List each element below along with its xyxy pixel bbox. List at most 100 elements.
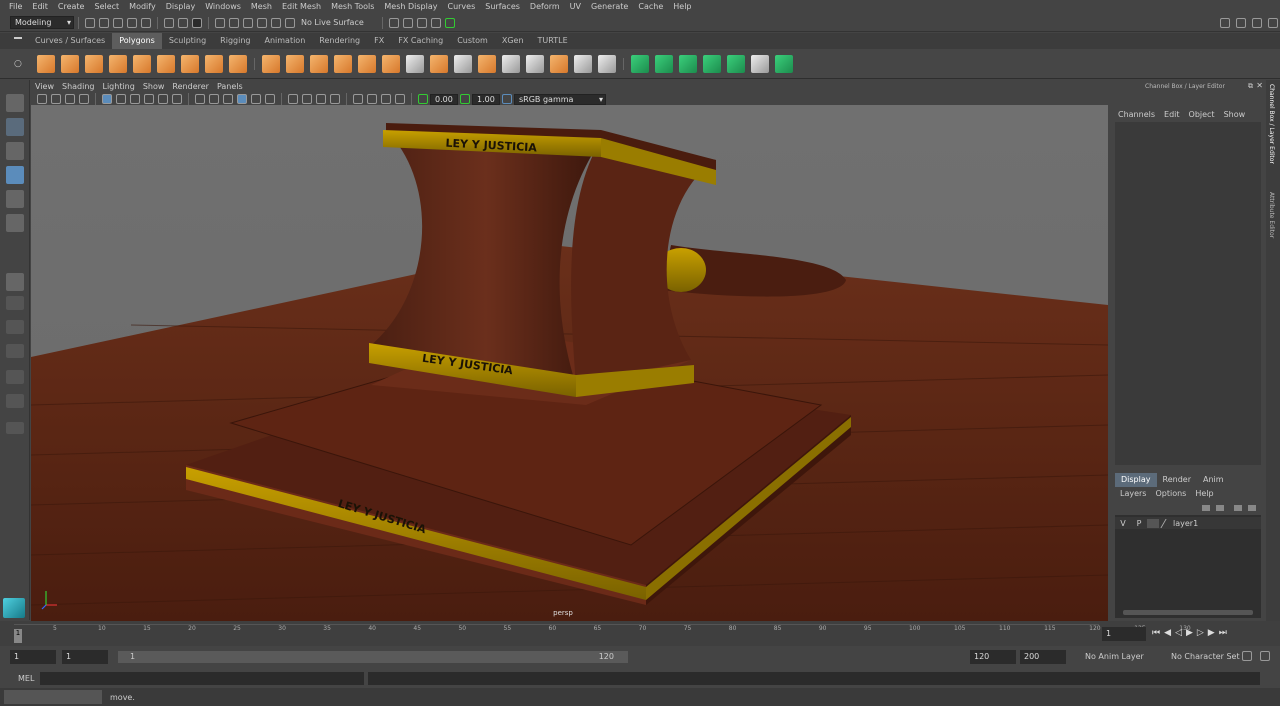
- textured-icon[interactable]: [237, 94, 247, 104]
- depth-of-field-icon[interactable]: [330, 94, 340, 104]
- modeling-toolkit-icon[interactable]: [1236, 17, 1246, 28]
- channel-menu-show[interactable]: Show: [1224, 110, 1255, 119]
- mirror-icon[interactable]: [382, 54, 400, 73]
- layer-up-icon[interactable]: [1202, 505, 1210, 511]
- shelf-tab-rigging[interactable]: Rigging: [213, 33, 257, 49]
- menu-deform[interactable]: Deform: [525, 0, 565, 14]
- smooth-icon[interactable]: [334, 54, 352, 73]
- snap-point-icon[interactable]: [243, 17, 253, 28]
- fill-hole-icon[interactable]: [550, 54, 568, 73]
- menu-file[interactable]: File: [4, 0, 27, 14]
- layer-down-icon[interactable]: [1216, 505, 1224, 511]
- bridge-icon[interactable]: [454, 54, 472, 73]
- layer-menu-options[interactable]: Options: [1155, 489, 1195, 498]
- anti-aliasing-icon[interactable]: [316, 94, 326, 104]
- channel-box-toggle-icon[interactable]: [1268, 17, 1278, 28]
- shelf-options-icon[interactable]: ○: [14, 59, 22, 69]
- viewport-menu-panels[interactable]: Panels: [213, 80, 247, 93]
- ipr-render-icon[interactable]: [402, 17, 413, 28]
- view-transform-icon[interactable]: [502, 94, 512, 104]
- save-scene-icon[interactable]: [113, 17, 123, 28]
- shelf-tab-custom[interactable]: Custom: [450, 33, 495, 49]
- live-surface-icon[interactable]: [285, 17, 295, 28]
- hypershade-layout-icon[interactable]: [6, 394, 24, 408]
- move-tool-icon[interactable]: [6, 166, 24, 184]
- extract-icon[interactable]: [310, 54, 328, 73]
- resolution-gate-icon[interactable]: [130, 94, 140, 104]
- channel-list[interactable]: [1115, 122, 1261, 465]
- shelf-tab-curves-surfaces[interactable]: Curves / Surfaces: [28, 33, 112, 49]
- use-all-lights-icon[interactable]: [251, 94, 261, 104]
- smooth-shade-icon[interactable]: [209, 94, 219, 104]
- playback-controls[interactable]: ⏮◀◁▶▷▶⏭: [1152, 628, 1231, 638]
- undo-icon[interactable]: [127, 17, 137, 28]
- rotate-tool-icon[interactable]: [6, 190, 24, 208]
- xray-components-icon[interactable]: [395, 94, 405, 104]
- perspective-viewport[interactable]: LEY Y JUSTICIA LEY Y JUSTICIA LEY Y JUST…: [31, 105, 1108, 621]
- snap-curve-icon[interactable]: [229, 17, 239, 28]
- menu-surfaces[interactable]: Surfaces: [480, 0, 525, 14]
- ambient-occlusion-icon[interactable]: [288, 94, 298, 104]
- viewport-menu-view[interactable]: View: [31, 80, 58, 93]
- channel-menu-channels[interactable]: Channels: [1118, 110, 1164, 119]
- shelf-tab-rendering[interactable]: Rendering: [312, 33, 367, 49]
- combine-icon[interactable]: [262, 54, 280, 73]
- wireframe-icon[interactable]: [195, 94, 205, 104]
- menu-curves[interactable]: Curves: [442, 0, 480, 14]
- layout-options-icon[interactable]: [6, 422, 24, 434]
- scale-tool-icon[interactable]: [6, 214, 24, 232]
- target-weld-icon[interactable]: [598, 54, 616, 73]
- shelf-tab-fx[interactable]: FX: [367, 33, 391, 49]
- separate-icon[interactable]: [286, 54, 304, 73]
- channel-box-side-tab[interactable]: Channel Box / Layer Editor: [1268, 84, 1275, 164]
- shelf-tab-turtle[interactable]: TURTLE: [531, 33, 575, 49]
- poly-sphere-icon[interactable]: [37, 54, 55, 73]
- channel-menu-edit[interactable]: Edit: [1164, 110, 1189, 119]
- menu-mesh[interactable]: Mesh: [246, 0, 277, 14]
- outliner-layout-icon[interactable]: [6, 344, 24, 358]
- auto-key-icon[interactable]: [1242, 651, 1252, 661]
- four-view-layout-icon[interactable]: [6, 296, 24, 310]
- automatic-mapping-icon[interactable]: [655, 54, 673, 73]
- select-object-icon[interactable]: [178, 17, 188, 28]
- xray-icon[interactable]: [367, 94, 377, 104]
- color-space-dropdown[interactable]: sRGB gamma ▾: [514, 93, 606, 105]
- poly-plane-icon[interactable]: [157, 54, 175, 73]
- planar-mapping-icon[interactable]: [631, 54, 649, 73]
- gate-mask-icon[interactable]: [144, 94, 154, 104]
- menu-uv[interactable]: UV: [565, 0, 586, 14]
- gamma-field[interactable]: 1.00: [472, 93, 500, 105]
- render-frame-icon[interactable]: [388, 17, 399, 28]
- extrude-icon[interactable]: [430, 54, 448, 73]
- live-surface-label[interactable]: No Live Surface: [301, 18, 364, 27]
- start-frame-field[interactable]: 1: [10, 650, 56, 664]
- paint-select-tool-icon[interactable]: [6, 142, 24, 160]
- layer-visibility-toggle[interactable]: V: [1115, 519, 1131, 528]
- character-set-dropdown[interactable]: No Character Set: [1171, 652, 1240, 661]
- workspace-icon[interactable]: [1220, 17, 1230, 28]
- menu-create[interactable]: Create: [53, 0, 90, 14]
- animation-prefs-icon[interactable]: [1260, 651, 1270, 661]
- select-component-icon[interactable]: [192, 17, 202, 28]
- field-chart-icon[interactable]: [158, 94, 168, 104]
- menu-mesh-display[interactable]: Mesh Display: [379, 0, 442, 14]
- shelf-tab-fx-caching[interactable]: FX Caching: [391, 33, 450, 49]
- poly-disc-icon[interactable]: [181, 54, 199, 73]
- select-tool-icon[interactable]: [6, 94, 24, 112]
- snap-grid-icon[interactable]: [215, 17, 225, 28]
- film-gate-icon[interactable]: [116, 94, 126, 104]
- unfold-icon[interactable]: [775, 54, 793, 73]
- layer-scrollbar[interactable]: [1123, 610, 1253, 615]
- time-slider[interactable]: 5 10 15 20 25 30 35 40 45 50 55 60 65 70 75 80 85 90 95 100…: [0, 621, 1280, 646]
- select-hierarchy-icon[interactable]: [164, 17, 174, 28]
- poly-pyramid-icon[interactable]: [205, 54, 223, 73]
- menu-edit-mesh[interactable]: Edit Mesh: [277, 0, 326, 14]
- render-view-icon[interactable]: [444, 17, 455, 28]
- taskbar-window-buttons[interactable]: [4, 690, 102, 704]
- bevel-icon[interactable]: [478, 54, 496, 73]
- menu-cache[interactable]: Cache: [633, 0, 668, 14]
- motion-blur-icon[interactable]: [302, 94, 312, 104]
- poly-cone-icon[interactable]: [109, 54, 127, 73]
- shelf-tab-sculpting[interactable]: Sculpting: [162, 33, 213, 49]
- tab-anim[interactable]: Anim: [1197, 473, 1230, 487]
